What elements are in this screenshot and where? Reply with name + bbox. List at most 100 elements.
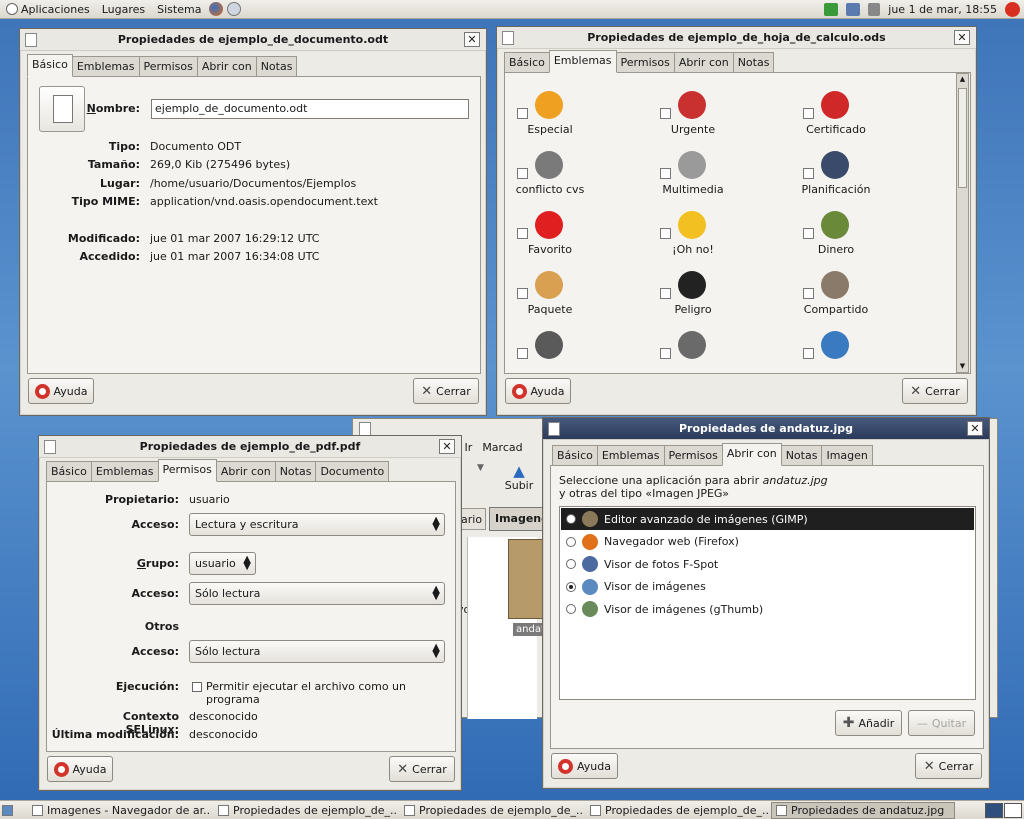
help-button[interactable]: Ayuda <box>28 378 94 404</box>
emblem-item[interactable] <box>799 325 929 373</box>
workspace-1[interactable] <box>985 802 1003 818</box>
emblem-checkbox[interactable] <box>517 348 528 359</box>
close-window-button[interactable]: ✕ <box>464 32 480 47</box>
tab-open-with[interactable]: Abrir con <box>215 461 276 482</box>
menu-system[interactable]: Sistema <box>151 0 207 19</box>
emblem-checkbox[interactable] <box>660 168 671 179</box>
tab-permissions[interactable]: Permisos <box>157 459 217 482</box>
tab-emblems[interactable]: Emblemas <box>596 445 665 466</box>
emblem-item[interactable]: conflicto cvs <box>513 145 643 199</box>
others-access-select[interactable]: Sólo lectura ▲ ▼ <box>189 640 445 663</box>
firefox-launcher-icon[interactable] <box>209 2 224 16</box>
add-button[interactable]: ✚ Añadir <box>835 710 902 736</box>
close-window-button[interactable]: ✕ <box>967 421 983 436</box>
emblem-checkbox[interactable] <box>517 288 528 299</box>
help-button[interactable]: Ayuda <box>551 753 618 779</box>
task-props-jpg[interactable]: Propiedades de andatuz.jpg <box>771 801 955 819</box>
application-row[interactable]: Visor de fotos F-Spot <box>561 553 974 575</box>
task-file-browser[interactable]: Imagenes - Navegador de ar... <box>27 802 211 819</box>
tab-basic[interactable]: Básico <box>46 461 92 482</box>
exec-checkbox[interactable] <box>192 682 202 692</box>
emblem-checkbox[interactable] <box>803 168 814 179</box>
menu-go[interactable]: Ir <box>465 441 473 454</box>
exec-checkbox-label[interactable]: Permitir ejecutar el archivo como un pro… <box>206 680 455 706</box>
default-app-radio[interactable] <box>566 604 576 614</box>
close-button[interactable]: ✕ Cerrar <box>413 378 479 404</box>
application-row[interactable]: Visor de imágenes <box>561 576 974 598</box>
menu-places[interactable]: Lugares <box>96 0 151 19</box>
task-props-pdf[interactable]: Propiedades de ejemplo_de_... <box>585 802 769 819</box>
emblem-checkbox[interactable] <box>803 228 814 239</box>
emblem-checkbox[interactable] <box>803 108 814 119</box>
emblem-item[interactable]: Compartido <box>799 265 929 319</box>
tab-emblems[interactable]: Emblemas <box>90 461 159 482</box>
task-props-ods[interactable]: Propiedades de ejemplo_de_... <box>399 802 583 819</box>
scrollbar-thumb[interactable] <box>958 88 967 188</box>
tab-open-with[interactable]: Abrir con <box>721 443 782 466</box>
group-access-select[interactable]: Sólo lectura ▲ ▼ <box>189 582 445 605</box>
help-button[interactable]: Ayuda <box>47 756 113 782</box>
scrollbar[interactable]: ▲ ▼ <box>956 73 969 373</box>
shutdown-icon[interactable] <box>1005 1 1020 17</box>
menu-applications[interactable]: Aplicaciones <box>0 0 96 19</box>
owner-access-select[interactable]: Lectura y escritura ▲ ▼ <box>189 513 445 536</box>
group-select[interactable]: usuario ▲ ▼ <box>189 552 256 575</box>
mail-launcher-icon[interactable] <box>227 2 242 16</box>
tab-permissions[interactable]: Permisos <box>138 56 198 77</box>
emblem-item[interactable]: Paquete <box>513 265 643 319</box>
name-field[interactable]: ejemplo_de_documento.odt <box>151 99 469 119</box>
application-row[interactable]: Visor de imágenes (gThumb) <box>561 598 974 620</box>
emblem-checkbox[interactable] <box>517 168 528 179</box>
tab-document[interactable]: Documento <box>315 461 390 482</box>
up-button[interactable]: ▲ Subir <box>503 463 535 492</box>
close-window-button[interactable]: ✕ <box>954 30 970 45</box>
tab-image[interactable]: Imagen <box>821 445 873 466</box>
tab-permissions[interactable]: Permisos <box>663 445 723 466</box>
task-props-odt[interactable]: Propiedades de ejemplo_de_... <box>213 802 397 819</box>
tab-notes[interactable]: Notas <box>732 52 775 73</box>
workspace-2[interactable] <box>1004 802 1022 818</box>
menu-bookmarks[interactable]: Marcad <box>482 441 522 454</box>
tab-permissions[interactable]: Permisos <box>615 52 675 73</box>
emblem-checkbox[interactable] <box>660 288 671 299</box>
scroll-down-icon[interactable]: ▼ <box>957 361 968 372</box>
tab-basic[interactable]: Básico <box>27 54 73 77</box>
tab-emblems[interactable]: Emblemas <box>548 50 617 73</box>
close-button[interactable]: ✕ Cerrar <box>389 756 455 782</box>
tab-notes[interactable]: Notas <box>274 461 317 482</box>
update-notifier-icon[interactable] <box>824 2 839 16</box>
close-button[interactable]: ✕ Cerrar <box>902 378 968 404</box>
emblem-item[interactable]: Favorito <box>513 205 643 259</box>
emblem-item[interactable]: Peligro <box>656 265 786 319</box>
emblem-checkbox[interactable] <box>803 348 814 359</box>
help-button[interactable]: Ayuda <box>505 378 571 404</box>
tab-basic[interactable]: Básico <box>552 445 598 466</box>
emblem-item[interactable]: Planificación <box>799 145 929 199</box>
default-app-radio[interactable] <box>566 581 576 592</box>
emblem-item[interactable] <box>513 325 643 373</box>
application-row[interactable]: Editor avanzado de imágenes (GIMP) <box>561 508 974 530</box>
emblem-checkbox[interactable] <box>660 348 671 359</box>
emblem-item[interactable]: Certificado <box>799 85 929 139</box>
close-button[interactable]: ✕ Cerrar <box>915 753 982 779</box>
tab-notes[interactable]: Notas <box>780 445 823 466</box>
emblem-item[interactable]: Especial <box>513 85 643 139</box>
emblem-item[interactable] <box>656 325 786 373</box>
show-desktop-icon[interactable] <box>2 804 13 816</box>
emblem-checkbox[interactable] <box>660 108 671 119</box>
emblem-item[interactable]: Multimedia <box>656 145 786 199</box>
emblem-checkbox[interactable] <box>803 288 814 299</box>
emblem-checkbox[interactable] <box>660 228 671 239</box>
dropdown-arrow-icon[interactable]: ▼ <box>477 463 484 473</box>
default-app-radio[interactable] <box>566 514 576 524</box>
emblem-item[interactable]: Urgente <box>656 85 786 139</box>
emblem-item[interactable]: ¡Oh no! <box>656 205 786 259</box>
scroll-up-icon[interactable]: ▲ <box>957 74 968 85</box>
default-app-radio[interactable] <box>566 559 576 569</box>
emblem-item[interactable]: Dinero <box>799 205 929 259</box>
close-window-button[interactable]: ✕ <box>439 439 455 454</box>
application-row[interactable]: Navegador web (Firefox) <box>561 531 974 553</box>
tab-notes[interactable]: Notas <box>255 56 298 77</box>
tab-emblems[interactable]: Emblemas <box>71 56 140 77</box>
tab-open-with[interactable]: Abrir con <box>673 52 734 73</box>
